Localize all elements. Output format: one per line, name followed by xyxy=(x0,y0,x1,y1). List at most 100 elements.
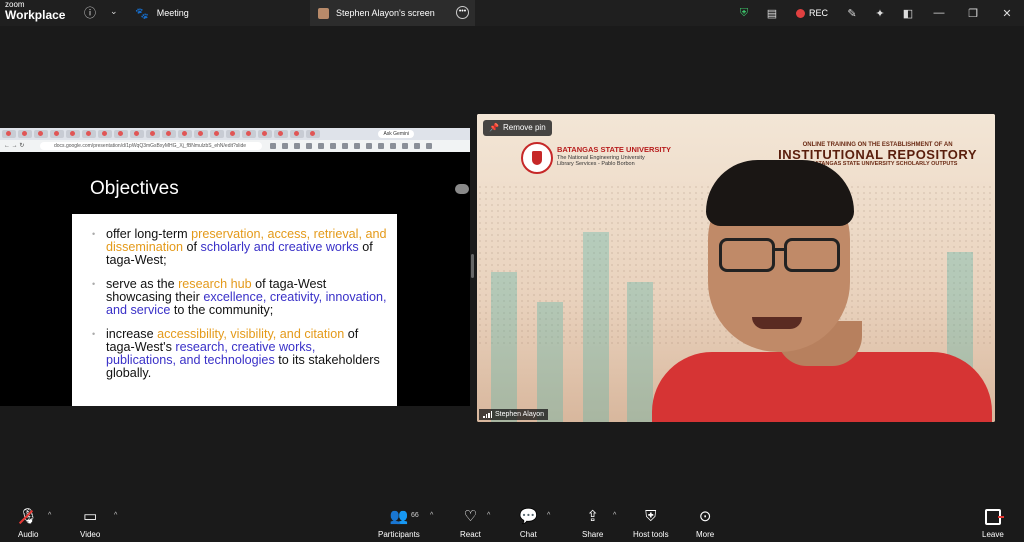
browser-tab[interactable] xyxy=(258,130,272,138)
react-label: React xyxy=(460,530,481,539)
window-tools: ⛨ ▤ REC ✎ ✦ ◧ — ❐ ✕ xyxy=(730,0,1024,26)
extension-icon[interactable] xyxy=(366,143,372,149)
audio-label: Audio xyxy=(18,530,39,539)
bullet-text: increase xyxy=(106,327,158,341)
more-options-icon[interactable]: ••• xyxy=(456,6,469,19)
chevron-down-icon[interactable]: ⌄ xyxy=(110,6,118,17)
leave-icon xyxy=(984,509,1004,525)
background-pillar xyxy=(627,282,653,422)
record-button[interactable]: REC xyxy=(786,8,838,18)
browser-tab[interactable] xyxy=(50,130,64,138)
extension-icon[interactable] xyxy=(414,143,420,149)
slide-toggle-handle[interactable] xyxy=(455,184,469,194)
browser-tab[interactable] xyxy=(130,130,144,138)
participants-options-caret-icon[interactable]: ^ xyxy=(430,512,433,519)
zoom-workplace-logo: zoom Workplace xyxy=(5,1,66,22)
more-icon: ⊙ xyxy=(698,508,712,525)
university-name: BATANGAS STATE UNIVERSITY xyxy=(557,145,672,154)
glasses-bridge xyxy=(775,248,785,251)
bullet-text: offer long-term xyxy=(106,227,192,241)
react-button[interactable]: ♡ React xyxy=(460,508,481,539)
browser-tab[interactable] xyxy=(242,130,256,138)
extension-icon[interactable] xyxy=(318,143,324,149)
url-field[interactable]: docs.google.com/presentation/d/1pWqQ3mGs… xyxy=(40,142,262,150)
browser-tab[interactable] xyxy=(178,130,192,138)
participants-count: 66 xyxy=(411,512,419,519)
browser-tab[interactable] xyxy=(306,130,320,138)
browser-tab[interactable] xyxy=(82,130,96,138)
browser-nav-icons[interactable]: ← → ↻ xyxy=(4,142,24,149)
video-options-caret-icon[interactable]: ^ xyxy=(114,512,117,519)
tab-shared-screen[interactable]: Stephen Alayon's screen ••• xyxy=(310,0,475,26)
shield-icon: ⛨ xyxy=(645,508,657,525)
browser-tab[interactable] xyxy=(226,130,240,138)
university-seal-icon xyxy=(521,142,553,174)
browser-tab[interactable] xyxy=(98,130,112,138)
browser-tab[interactable] xyxy=(194,130,208,138)
host-tools-button[interactable]: ⛨ Host tools xyxy=(633,508,669,539)
extension-icon[interactable] xyxy=(330,143,336,149)
host-tools-label: Host tools xyxy=(633,530,669,539)
wand-icon[interactable]: ✎ xyxy=(838,7,866,20)
share-options-caret-icon[interactable]: ^ xyxy=(613,512,616,519)
shield-check-icon[interactable]: ⛨ xyxy=(730,7,758,20)
video-button[interactable]: ▭ Video xyxy=(80,508,100,539)
chat-button[interactable]: 💬 Chat xyxy=(519,508,538,539)
cloud-record-icon xyxy=(795,8,805,18)
bullet-text: of xyxy=(183,240,201,254)
chat-options-caret-icon[interactable]: ^ xyxy=(547,512,550,519)
pip-icon[interactable]: ◧ xyxy=(894,7,922,20)
restore-icon[interactable]: ❐ xyxy=(956,7,990,20)
remove-pin-button[interactable]: 📌 Remove pin xyxy=(483,120,552,136)
close-icon[interactable]: ✕ xyxy=(990,7,1024,20)
participant-video[interactable]: BATANGAS STATE UNIVERSITY The National E… xyxy=(477,114,995,422)
logo-line2: Workplace xyxy=(5,8,66,22)
browser-tab[interactable] xyxy=(210,130,224,138)
browser-tab[interactable] xyxy=(2,130,16,138)
shared-screen[interactable]: Ask Gemini ← → ↻ docs.google.com/present… xyxy=(0,128,470,406)
split-view-handle[interactable] xyxy=(471,254,474,278)
ask-gemini-button[interactable]: Ask Gemini xyxy=(378,130,414,138)
browser-tab[interactable] xyxy=(114,130,128,138)
bullet-text: serve as the xyxy=(106,277,179,291)
extension-icon[interactable] xyxy=(342,143,348,149)
meeting-toolbar: 🎙 Audio ^ ▭ Video ^ 👥 Participants 66 ^ … xyxy=(0,502,1024,542)
leave-button[interactable]: Leave xyxy=(982,508,1004,539)
browser-tab[interactable] xyxy=(162,130,176,138)
browser-tab[interactable] xyxy=(66,130,80,138)
audio-options-caret-icon[interactable]: ^ xyxy=(48,512,51,519)
extension-icon[interactable] xyxy=(270,143,276,149)
slide-content: offer long-term preservation, access, re… xyxy=(72,214,397,406)
browser-tab[interactable] xyxy=(146,130,160,138)
leave-label: Leave xyxy=(982,530,1004,539)
bullet-text: to the community; xyxy=(170,303,274,317)
info-icon[interactable]: ⓘ xyxy=(84,4,96,21)
extension-icon[interactable] xyxy=(378,143,384,149)
document-icon[interactable]: ▤ xyxy=(758,7,786,20)
minimize-icon[interactable]: — xyxy=(922,7,956,19)
sparkle-icon[interactable]: ✦ xyxy=(866,7,894,20)
browser-tab[interactable] xyxy=(274,130,288,138)
more-button[interactable]: ⊙ More xyxy=(696,508,714,539)
paw-icon: 🐾 xyxy=(135,7,149,20)
browser-tab-strip: Ask Gemini xyxy=(0,128,470,140)
audio-button[interactable]: 🎙 Audio xyxy=(18,508,38,539)
extension-icon[interactable] xyxy=(306,143,312,149)
browser-address-bar: ← → ↻ docs.google.com/presentation/d/1pW… xyxy=(0,140,470,152)
extension-icon[interactable] xyxy=(390,143,396,149)
pin-icon: 📌 xyxy=(489,123,499,132)
slide-title: Objectives xyxy=(90,178,179,199)
tab-meeting[interactable]: 🐾 Meeting xyxy=(135,0,310,26)
share-button[interactable]: ⇪ Share xyxy=(582,508,603,539)
extension-icon[interactable] xyxy=(402,143,408,149)
extension-icon[interactable] xyxy=(426,143,432,149)
react-options-caret-icon[interactable]: ^ xyxy=(487,512,490,519)
browser-tab[interactable] xyxy=(18,130,32,138)
extension-icon[interactable] xyxy=(294,143,300,149)
microphone-muted-icon: 🎙 xyxy=(18,508,38,525)
browser-tab[interactable] xyxy=(290,130,304,138)
participant-name-label: Stephen Alayon xyxy=(479,409,549,420)
browser-tab[interactable] xyxy=(34,130,48,138)
extension-icon[interactable] xyxy=(282,143,288,149)
extension-icon[interactable] xyxy=(354,143,360,149)
